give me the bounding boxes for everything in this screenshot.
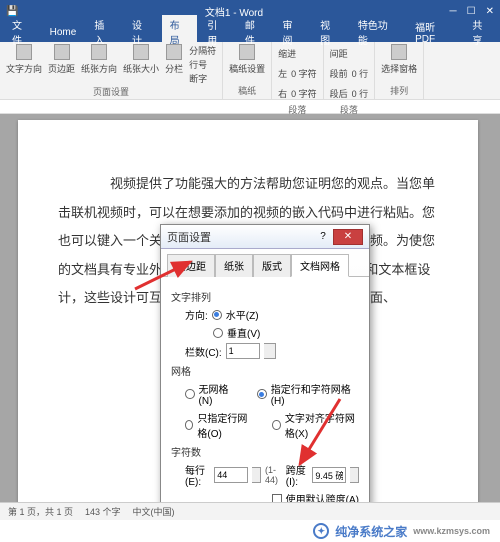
watermark: ✦ 纯净系统之家 www.kzmsys.com	[0, 520, 500, 542]
orientation-icon	[91, 44, 107, 60]
line-only-radio[interactable]	[185, 420, 193, 430]
manuscript-button[interactable]: 稿纸设置	[229, 44, 265, 75]
text-direction-button[interactable]: 文字方向	[6, 44, 42, 75]
grid-label: 网格	[171, 363, 359, 378]
text-arrangement-label: 文字排列	[171, 289, 359, 304]
tab-home[interactable]: Home	[42, 25, 85, 40]
selection-pane-button[interactable]: 选择窗格	[381, 44, 417, 75]
manuscript-icon	[239, 44, 255, 60]
dtab-margins[interactable]: 页边距	[167, 254, 215, 277]
indent-right-input[interactable]: 0 字符	[291, 87, 317, 100]
dtab-paper[interactable]: 纸张	[215, 254, 253, 277]
char-count-label: 字符数	[171, 444, 359, 459]
dialog-close-icon[interactable]: ✕	[333, 229, 363, 245]
dialog-title: 页面设置	[167, 229, 313, 245]
direction-vertical-radio[interactable]	[213, 328, 223, 338]
pitch1-input[interactable]	[312, 467, 346, 483]
word-count[interactable]: 143 个字	[85, 505, 121, 518]
spinner-icon[interactable]	[350, 467, 359, 483]
ruler[interactable]	[0, 100, 500, 114]
spacing-before-input[interactable]: 0 行	[352, 67, 369, 80]
orientation-button[interactable]: 纸张方向	[81, 44, 117, 75]
columns-input[interactable]	[226, 343, 260, 359]
no-grid-radio[interactable]	[185, 389, 195, 399]
indent-left-input[interactable]: 0 字符	[291, 67, 317, 80]
group-manuscript: 稿纸设置 稿纸	[223, 42, 272, 99]
status-bar: 第 1 页，共 1 页 143 个字 中文(中国)	[0, 502, 500, 520]
group-arrange: 选择窗格 排列	[375, 42, 424, 99]
breaks-button[interactable]: 分隔符	[189, 44, 216, 57]
group-spacing: 间距 段前 0 行 段后 0 行 段落	[324, 42, 376, 99]
group-page-setup: 文字方向 页边距 纸张方向 纸张大小 分栏 分隔符 行号 断字 页面设置	[0, 42, 223, 99]
selection-pane-icon	[391, 44, 407, 60]
group-label: 页面设置	[6, 85, 216, 98]
columns-button[interactable]: 分栏	[165, 44, 183, 75]
page-setup-dialog: 页面设置 ? ✕ 页边距 纸张 版式 文档网格 文字排列 方向: 水平(Z) 垂…	[160, 224, 370, 514]
ribbon-tabs: 文件 Home 插入 设计 布局 引用 邮件 审阅 视图 特色功能 福昕PDF …	[0, 22, 500, 42]
ribbon: 文字方向 页边距 纸张方向 纸张大小 分栏 分隔符 行号 断字 页面设置 稿纸设…	[0, 42, 500, 100]
dtab-layout[interactable]: 版式	[253, 254, 291, 277]
language-status[interactable]: 中文(中国)	[133, 505, 175, 518]
char-align-radio[interactable]	[272, 420, 280, 430]
spinner-icon[interactable]	[252, 467, 261, 483]
logo-icon: ✦	[313, 523, 329, 539]
document-area: 视频提供了功能强大的方法帮助您证明您的观点。当您单击联机视频时，可以在想要添加的…	[0, 114, 500, 514]
line-numbers-button[interactable]: 行号	[189, 58, 216, 71]
dtab-grid[interactable]: 文档网格	[291, 254, 349, 277]
text-direction-icon	[16, 44, 32, 60]
help-icon[interactable]: ?	[313, 231, 333, 242]
watermark-text: 纯净系统之家	[335, 523, 407, 540]
size-icon	[133, 44, 149, 60]
group-paragraph: 缩进 左 0 字符 右 0 字符 段落	[272, 42, 324, 99]
direction-horizontal-radio[interactable]	[212, 310, 222, 320]
per-line-input[interactable]	[214, 467, 248, 483]
margins-button[interactable]: 页边距	[48, 44, 75, 75]
dialog-tabs: 页边距 纸张 版式 文档网格	[161, 249, 369, 277]
hyphenation-button[interactable]: 断字	[189, 72, 216, 85]
spinner-icon[interactable]	[264, 343, 276, 359]
margins-icon	[54, 44, 70, 60]
specify-line-char-radio[interactable]	[257, 389, 267, 399]
dialog-body: 文字排列 方向: 水平(Z) 垂直(V) 栏数(C): 网格 无网格(N)	[161, 277, 369, 514]
columns-icon	[166, 44, 182, 60]
size-button[interactable]: 纸张大小	[123, 44, 159, 75]
spacing-after-input[interactable]: 0 行	[352, 87, 369, 100]
dialog-titlebar[interactable]: 页面设置 ? ✕	[161, 225, 369, 249]
page-status[interactable]: 第 1 页，共 1 页	[8, 505, 73, 518]
share-button[interactable]: 共享	[464, 15, 500, 49]
watermark-url: www.kzmsys.com	[413, 526, 490, 536]
minimize-icon[interactable]: ─	[450, 6, 457, 17]
